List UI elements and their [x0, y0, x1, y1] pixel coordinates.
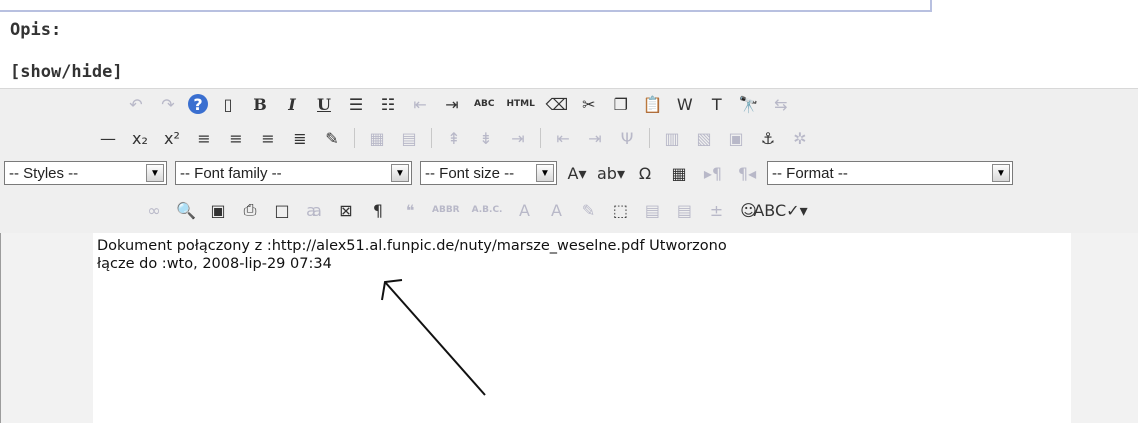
- quote-icon[interactable]: ❝: [398, 199, 422, 221]
- eraser-icon[interactable]: ⌫: [545, 93, 569, 115]
- nonbreaking-icon[interactable]: ⊠: [334, 199, 358, 221]
- font-size-select-value: -- Font size --: [425, 164, 515, 182]
- row-after-icon[interactable]: ⇟: [474, 127, 498, 149]
- toolbar-row-2: — x₂ x² ≡ ≡ ≡ ≣ ✎ ▦ ▤ ⇞ ⇟ ⇥ ⇤ ⇥ Ψ ▥ ▧ ▣ ⚓ ✲: [96, 127, 812, 149]
- toolbar-row-4: ∞ 🔍 ▣ ⎙ □ ꜳ ⊠ ¶ ❝ ABBR A.B.C. A A ✎ ⬚ ▤ ▤ ± ☺ ABC✓▾: [142, 199, 807, 221]
- delete-row-icon[interactable]: ⇥: [506, 127, 530, 149]
- bullet-list-icon[interactable]: ☰: [344, 93, 368, 115]
- paste-icon[interactable]: 📋: [641, 93, 665, 115]
- merge-cells-icon[interactable]: ▧: [692, 127, 716, 149]
- editor-text-line-1: Dokument połączony z :http://alex51.al.f…: [97, 238, 727, 254]
- preview-icon[interactable]: 🔍: [174, 199, 198, 221]
- chevron-down-icon[interactable]: ▼: [992, 164, 1010, 182]
- format-select[interactable]: -- Format -- ▼: [767, 161, 1013, 185]
- italic-button[interactable]: I: [280, 93, 304, 115]
- find-icon[interactable]: 🔭: [737, 93, 761, 115]
- attribs-icon[interactable]: ✎: [576, 199, 600, 221]
- toolbar-separator: [649, 128, 650, 148]
- undo-icon[interactable]: ↶: [124, 93, 148, 115]
- help-icon[interactable]: ?: [188, 94, 208, 114]
- align-right-icon[interactable]: ≡: [256, 127, 280, 149]
- paste-word-icon[interactable]: W: [673, 93, 697, 115]
- print-icon[interactable]: ⎙: [238, 199, 262, 221]
- link-icon[interactable]: ∞: [142, 199, 166, 221]
- numbered-list-icon[interactable]: ☷: [376, 93, 400, 115]
- indent-icon[interactable]: ⇥: [440, 93, 464, 115]
- rtl-icon[interactable]: ¶◂: [735, 162, 759, 184]
- redo-icon[interactable]: ↷: [156, 93, 180, 115]
- style-icon[interactable]: ꜳ: [302, 199, 326, 221]
- insert-ins-icon[interactable]: A: [544, 199, 568, 221]
- editor-area: Dokument połączony z :http://alex51.al.f…: [0, 233, 1138, 423]
- chevron-down-icon[interactable]: ▼: [391, 164, 409, 182]
- spellcheck-abc-button[interactable]: ABC: [472, 93, 496, 115]
- font-family-select-value: -- Font family --: [180, 164, 282, 182]
- ltr-icon[interactable]: ▸¶: [701, 162, 725, 184]
- show-hide-toggle[interactable]: [show/hide]: [10, 62, 123, 82]
- absolute-icon[interactable]: ±: [704, 199, 728, 221]
- spellchecker-icon[interactable]: ABC✓▾: [753, 199, 807, 221]
- align-left-icon[interactable]: ≡: [192, 127, 216, 149]
- link-break-icon[interactable]: ✲: [788, 127, 812, 149]
- styles-select[interactable]: -- Styles -- ▼: [4, 161, 167, 185]
- paragraph-icon[interactable]: ¶: [366, 199, 390, 221]
- table-props-icon[interactable]: ▤: [397, 127, 421, 149]
- superscript-button[interactable]: x²: [160, 127, 184, 149]
- outdent-icon[interactable]: ⇤: [408, 93, 432, 115]
- underline-button[interactable]: U: [312, 93, 336, 115]
- highlight-color-icon[interactable]: ab▾: [597, 162, 625, 184]
- layer-icon[interactable]: ⬚: [608, 199, 632, 221]
- col-before-icon[interactable]: ⇤: [551, 127, 575, 149]
- move-backward-icon[interactable]: ▤: [672, 199, 696, 221]
- cell-props-icon[interactable]: ▣: [724, 127, 748, 149]
- bold-button[interactable]: B: [248, 93, 272, 115]
- top-border: [0, 0, 932, 12]
- visual-aid-icon[interactable]: ▦: [667, 162, 691, 184]
- strike-del-icon[interactable]: A: [512, 199, 536, 221]
- fullscreen-icon[interactable]: □: [270, 199, 294, 221]
- editor-text-line-2: łącze do :wto, 2008-lip-29 07:34: [97, 256, 332, 272]
- edit-icon[interactable]: ✎: [320, 127, 344, 149]
- html-button[interactable]: HTML: [504, 93, 536, 115]
- table-insert-icon[interactable]: ▦: [365, 127, 389, 149]
- align-center-icon[interactable]: ≡: [224, 127, 248, 149]
- font-family-select[interactable]: -- Font family -- ▼: [175, 161, 412, 185]
- abbr-icon[interactable]: ABBR: [430, 199, 462, 221]
- annotation-arrow: [381, 279, 486, 396]
- styles-select-value: -- Styles --: [9, 164, 79, 182]
- toolbar-row-3: -- Styles -- ▼ -- Font family -- ▼ -- Fo…: [4, 161, 1013, 185]
- editor-toolbar: ↶ ↷? ▯ B I U ☰ ☷ ⇤ ⇥ ABC HTML ⌫ ✂ ❐ 📋 W T 🔭 ⇆ — x₂ x² ≡ ≡ ≡ ≣ ✎ ▦ ▤ ⇞…: [0, 88, 1138, 234]
- subscript-button[interactable]: x₂: [128, 127, 152, 149]
- paste-text-icon[interactable]: T: [705, 93, 729, 115]
- chevron-down-icon[interactable]: ▼: [146, 164, 164, 182]
- new-document-icon[interactable]: ▯: [216, 93, 240, 115]
- editor-content-area[interactable]: Dokument połączony z :http://alex51.al.f…: [93, 233, 1071, 423]
- replace-icon[interactable]: ⇆: [769, 93, 793, 115]
- editor-text[interactable]: Dokument połączony z :http://alex51.al.f…: [97, 237, 1067, 273]
- format-select-value: -- Format --: [772, 164, 848, 182]
- toolbar-separator: [354, 128, 355, 148]
- acronym-icon[interactable]: A.B.C.: [470, 199, 505, 221]
- chevron-down-icon[interactable]: ▼: [536, 164, 554, 182]
- horizontal-rule-icon[interactable]: —: [96, 127, 120, 149]
- delete-col-icon[interactable]: Ψ: [615, 127, 639, 149]
- toolbar-row-1: ↶ ↷? ▯ B I U ☰ ☷ ⇤ ⇥ ABC HTML ⌫ ✂ ❐ 📋 W T 🔭 ⇆: [124, 93, 793, 115]
- split-cells-icon[interactable]: ▥: [660, 127, 684, 149]
- row-before-icon[interactable]: ⇞: [442, 127, 466, 149]
- font-color-icon[interactable]: A▾: [565, 162, 589, 184]
- toolbar-separator: [431, 128, 432, 148]
- font-size-select[interactable]: -- Font size -- ▼: [420, 161, 557, 185]
- cut-icon[interactable]: ✂: [577, 93, 601, 115]
- opis-label: Opis:: [10, 20, 62, 40]
- align-justify-icon[interactable]: ≣: [288, 127, 312, 149]
- anchor-icon[interactable]: ⚓: [756, 127, 780, 149]
- copy-icon[interactable]: ❐: [609, 93, 633, 115]
- toolbar-separator: [540, 128, 541, 148]
- col-after-icon[interactable]: ⇥: [583, 127, 607, 149]
- move-forward-icon[interactable]: ▤: [640, 199, 664, 221]
- image-icon[interactable]: ▣: [206, 199, 230, 221]
- special-char-icon[interactable]: Ω: [633, 162, 657, 184]
